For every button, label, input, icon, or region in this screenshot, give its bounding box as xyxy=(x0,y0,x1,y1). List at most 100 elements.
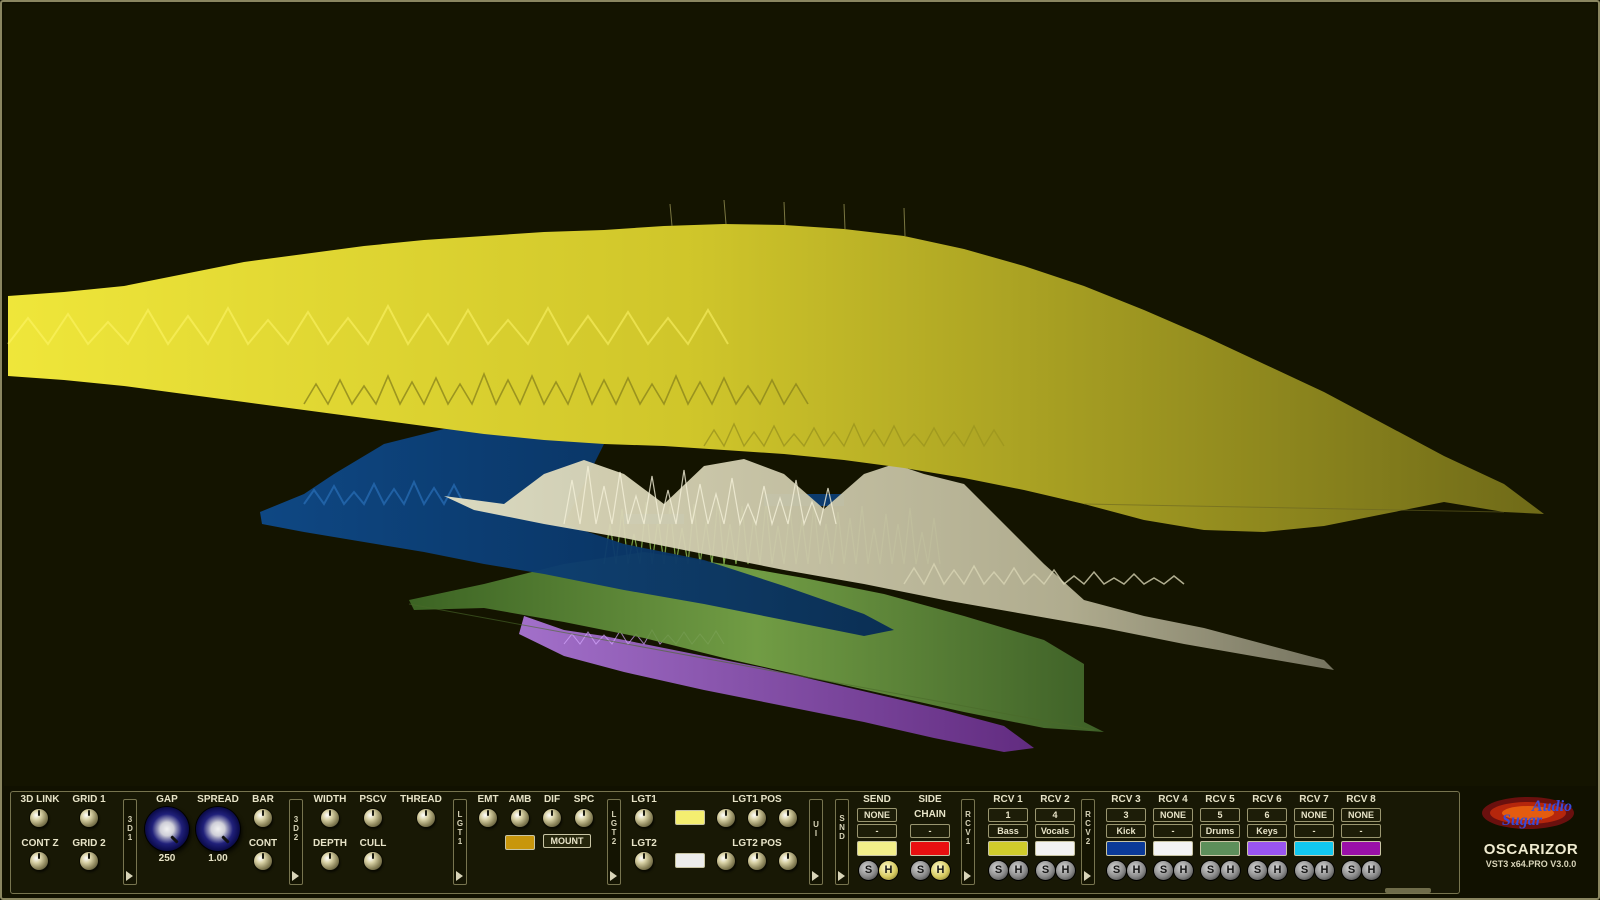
label-cont-z: CONT Z xyxy=(21,838,59,849)
rcv7-hide-button[interactable]: H xyxy=(1315,861,1334,880)
rcv8-name-field[interactable]: - xyxy=(1341,824,1381,838)
send-name-field[interactable]: - xyxy=(857,824,897,838)
side-chain-color-swatch[interactable] xyxy=(910,841,950,856)
knob-dif[interactable] xyxy=(543,809,561,827)
knob-lgt1-pos-z[interactable] xyxy=(779,809,797,827)
knob-spc[interactable] xyxy=(575,809,593,827)
section-toggle-lgt2[interactable]: L G T 2 xyxy=(607,799,621,885)
knob-width[interactable] xyxy=(321,809,339,827)
rcv3-name-field[interactable]: Kick xyxy=(1106,824,1146,838)
rcv5-name-field[interactable]: Drums xyxy=(1200,824,1240,838)
rcv4-hide-button[interactable]: H xyxy=(1174,861,1193,880)
rcv4-solo-button[interactable]: S xyxy=(1154,861,1173,880)
control-panel: 3D LINK GRID 1 CONT Z GRID 2 3 D 1 GAP 2… xyxy=(10,791,1460,894)
rcv8-hide-button[interactable]: H xyxy=(1362,861,1381,880)
gap-value: 250 xyxy=(158,853,176,864)
rcv5-hide-button[interactable]: H xyxy=(1221,861,1240,880)
rcv2-hide-button[interactable]: H xyxy=(1056,861,1075,880)
rcv6-hide-button[interactable]: H xyxy=(1268,861,1287,880)
rcv6-solo-button[interactable]: S xyxy=(1248,861,1267,880)
knob-lgt2-pos-y[interactable] xyxy=(748,852,766,870)
knob-3d-link[interactable] xyxy=(30,809,48,827)
knob-cont-z[interactable] xyxy=(30,852,48,870)
rcv7-solo-button[interactable]: S xyxy=(1295,861,1314,880)
knob-emt[interactable] xyxy=(479,809,497,827)
rcv7-slot-select[interactable]: NONE xyxy=(1294,808,1334,822)
rcv5-color-swatch[interactable] xyxy=(1200,841,1240,856)
label-emt: EMT xyxy=(477,794,499,805)
section-toggle-rcv2[interactable]: R C V 2 xyxy=(1081,799,1095,885)
knob-gap[interactable] xyxy=(145,807,189,851)
send-mode-select[interactable]: NONE xyxy=(857,808,897,822)
rcv5-solo-button[interactable]: S xyxy=(1201,861,1220,880)
rcv1-color-swatch[interactable] xyxy=(988,841,1028,856)
knob-lgt2-pos-x[interactable] xyxy=(717,852,735,870)
rcv7-name-field[interactable]: - xyxy=(1294,824,1334,838)
rcv2-solo-button[interactable]: S xyxy=(1036,861,1055,880)
expand-arrow-icon xyxy=(812,871,819,881)
section-toggle-ui[interactable]: U I xyxy=(809,799,823,885)
rcv1-name-field[interactable]: Bass xyxy=(988,824,1028,838)
label-3d-link: 3D LINK xyxy=(20,794,60,805)
rcv5-slot-select[interactable]: 5 xyxy=(1200,808,1240,822)
knob-lgt1[interactable] xyxy=(635,809,653,827)
lgt1-color-swatch[interactable] xyxy=(675,810,705,825)
section-toggle-lgt1[interactable]: L G T 1 xyxy=(453,799,467,885)
rcv6-name-field[interactable]: Keys xyxy=(1247,824,1287,838)
section-toggle-3d2[interactable]: 3 D 2 xyxy=(289,799,303,885)
rcv3-solo-button[interactable]: S xyxy=(1107,861,1126,880)
rcv1-slot-select[interactable]: 1 xyxy=(988,808,1028,822)
rcv8-slot-select[interactable]: NONE xyxy=(1341,808,1381,822)
audio-sugar-logo: Audio Sugar xyxy=(1482,797,1574,829)
knob-pscv[interactable] xyxy=(364,809,382,827)
panel-scrollbar-thumb[interactable] xyxy=(1385,888,1431,893)
rcv2-slot-select[interactable]: 4 xyxy=(1035,808,1075,822)
lgt2-color-swatch[interactable] xyxy=(675,853,705,868)
knob-grid2[interactable] xyxy=(80,852,98,870)
knob-bar[interactable] xyxy=(254,809,272,827)
knob-lgt2[interactable] xyxy=(635,852,653,870)
send-solo-button[interactable]: S xyxy=(859,861,878,880)
knob-amb[interactable] xyxy=(511,809,529,827)
rcv4-color-swatch[interactable] xyxy=(1153,841,1193,856)
knob-lgt2-pos-z[interactable] xyxy=(779,852,797,870)
rcv6-color-swatch[interactable] xyxy=(1247,841,1287,856)
label-depth: DEPTH xyxy=(313,838,347,849)
section-toggle-snd[interactable]: S N D xyxy=(835,799,849,885)
section-toggle-rcv1-label: R C V 1 xyxy=(965,810,971,846)
rcv3-hide-button[interactable]: H xyxy=(1127,861,1146,880)
knob-spread[interactable] xyxy=(196,807,240,851)
section-toggle-3d1[interactable]: 3 D 1 xyxy=(123,799,137,885)
send-color-swatch[interactable] xyxy=(857,841,897,856)
knob-depth[interactable] xyxy=(321,852,339,870)
side-chain-solo-button[interactable]: S xyxy=(911,861,930,880)
knob-lgt1-pos-y[interactable] xyxy=(748,809,766,827)
rcv1-solo-button[interactable]: S xyxy=(989,861,1008,880)
product-name: OSCARIZOR xyxy=(1483,841,1579,858)
send-hide-button[interactable]: H xyxy=(879,861,898,880)
rcv6-slot-select[interactable]: 6 xyxy=(1247,808,1287,822)
rcv4-title: RCV 4 xyxy=(1158,794,1188,805)
knob-cull[interactable] xyxy=(364,852,382,870)
3d-spectrum-viewport[interactable] xyxy=(4,4,1596,786)
section-toggle-rcv1[interactable]: R C V 1 xyxy=(961,799,975,885)
rcv7-color-swatch[interactable] xyxy=(1294,841,1334,856)
rcv3-slot-select[interactable]: 3 xyxy=(1106,808,1146,822)
side-chain-name-field[interactable]: - xyxy=(910,824,950,838)
expand-arrow-icon xyxy=(838,871,845,881)
knob-thread[interactable] xyxy=(417,809,435,827)
rcv1-hide-button[interactable]: H xyxy=(1009,861,1028,880)
knob-grid1[interactable] xyxy=(80,809,98,827)
rcv3-color-swatch[interactable] xyxy=(1106,841,1146,856)
knob-lgt1-pos-x[interactable] xyxy=(717,809,735,827)
rcv8-color-swatch[interactable] xyxy=(1341,841,1381,856)
mount-button[interactable]: MOUNT xyxy=(543,834,591,848)
side-chain-hide-button[interactable]: H xyxy=(931,861,950,880)
rcv2-color-swatch[interactable] xyxy=(1035,841,1075,856)
rcv8-solo-button[interactable]: S xyxy=(1342,861,1361,880)
mount-color-swatch[interactable] xyxy=(505,835,535,850)
rcv4-slot-select[interactable]: NONE xyxy=(1153,808,1193,822)
knob-cont[interactable] xyxy=(254,852,272,870)
rcv2-name-field[interactable]: Vocals xyxy=(1035,824,1075,838)
rcv4-name-field[interactable]: - xyxy=(1153,824,1193,838)
